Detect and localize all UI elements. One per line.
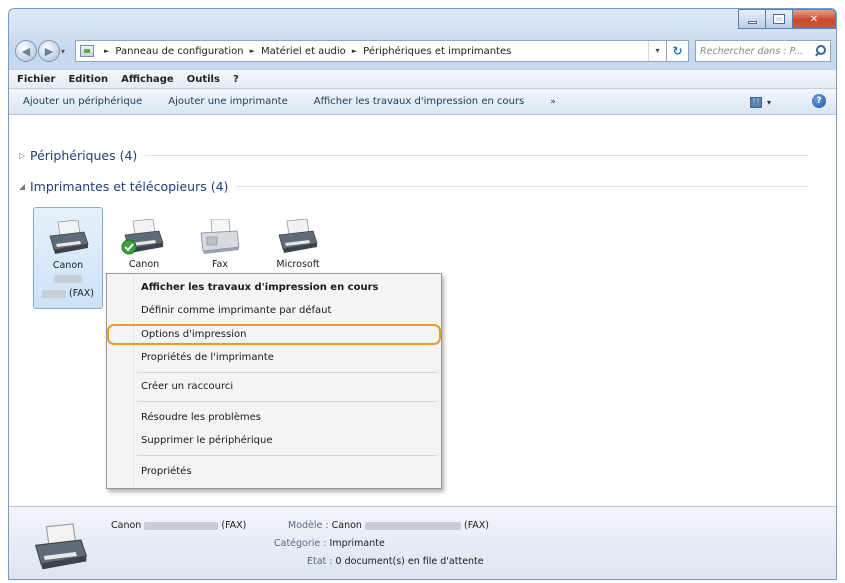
printer-name: Microsoft <box>276 259 320 270</box>
details-name-redacted <box>144 521 219 530</box>
menu-item-printer-properties[interactable]: Propriétés de l'imprimante <box>141 352 274 363</box>
menu-item-see-print-jobs[interactable]: Afficher les travaux d'impression en cou… <box>141 282 378 293</box>
default-checkmark-icon <box>121 239 137 255</box>
group-divider <box>236 186 809 187</box>
chevron-down-icon: ▾ <box>767 97 772 107</box>
menu-separator <box>137 455 437 456</box>
details-model-suffix: (FAX) <box>464 520 490 531</box>
group-header-printers[interactable]: ◢ Imprimantes et télécopieurs (4) <box>19 179 809 194</box>
command-bar: Ajouter un périphérique Ajouter une impr… <box>9 89 836 115</box>
search-input[interactable]: Rechercher dans : P... <box>695 40 831 62</box>
minimize-icon <box>747 20 757 24</box>
see-print-jobs-button[interactable]: Afficher les travaux d'impression en cou… <box>314 96 525 107</box>
menu-separator <box>137 372 437 373</box>
group-label-printers: Imprimantes et télécopieurs (4) <box>30 179 229 194</box>
minimize-button[interactable] <box>738 9 765 29</box>
menu-edition[interactable]: Edition <box>68 74 108 85</box>
menu-outils[interactable]: Outils <box>187 74 220 85</box>
printer-model-redacted <box>34 274 102 284</box>
menu-item-printing-preferences[interactable]: Options d'impression <box>141 329 246 340</box>
forward-button[interactable]: ▶ <box>38 40 60 62</box>
menu-separator <box>137 401 437 402</box>
recent-pages-dropdown[interactable]: ▾ <box>61 47 71 56</box>
details-state-key: Etat : <box>307 556 333 567</box>
menu-item-troubleshoot[interactable]: Résoudre les problèmes <box>141 412 261 423</box>
menu-item-set-default-printer[interactable]: Définir comme imprimante par défaut <box>141 305 331 316</box>
details-category-key: Catégorie : <box>274 538 327 549</box>
address-dropdown[interactable]: ▾ <box>648 41 666 61</box>
details-pane: Canon (FAX) Modèle : Canon (FAX) Catégor… <box>9 506 836 579</box>
view-options-icon <box>750 96 762 108</box>
refresh-icon: ↻ <box>672 44 683 58</box>
devices-content-area: ▷ Périphériques (4) ◢ Imprimantes et tél… <box>9 115 836 506</box>
details-category: Catégorie : Imprimante <box>274 538 385 549</box>
breadcrumb-hardware-sound[interactable]: Matériel et audio <box>261 46 346 57</box>
help-button[interactable]: ? <box>812 94 826 108</box>
details-name-suffix: (FAX) <box>221 520 247 531</box>
printer-icon <box>49 220 89 254</box>
details-model-key: Modèle : <box>288 520 329 531</box>
group-header-devices[interactable]: ▷ Périphériques (4) <box>19 148 809 163</box>
expand-arrow-icon: ▷ <box>19 151 26 160</box>
details-model-value: Canon <box>331 520 362 531</box>
breadcrumb-separator: ► <box>249 47 255 55</box>
printer-suffix: (FAX) <box>34 288 102 299</box>
menu-item-remove-device[interactable]: Supprimer le périphérique <box>141 435 273 446</box>
refresh-button[interactable]: ↻ <box>667 40 689 62</box>
details-category-value: Imprimante <box>329 538 385 549</box>
control-panel-icon <box>80 45 94 57</box>
group-divider <box>145 155 809 156</box>
printer-name: Canon <box>52 260 84 271</box>
menu-gutter <box>133 276 134 486</box>
close-button[interactable]: ✕ <box>792 9 836 29</box>
menu-help[interactable]: ? <box>233 74 239 85</box>
breadcrumb-control-panel[interactable]: Panneau de configuration <box>115 46 243 57</box>
collapse-arrow-icon: ◢ <box>19 182 26 191</box>
add-device-button[interactable]: Ajouter un périphérique <box>23 96 142 107</box>
caption-buttons: ✕ <box>738 9 836 29</box>
printer-suffix-text: (FAX) <box>69 288 95 299</box>
menu-item-create-shortcut[interactable]: Créer un raccourci <box>141 381 233 392</box>
details-device-name: Canon (FAX) <box>111 520 246 531</box>
fax-icon <box>200 219 240 254</box>
address-row: ◀ ▶ ▾ ► Panneau de configuration ► Matér… <box>9 37 836 65</box>
change-view-button[interactable]: ▾ <box>750 95 778 109</box>
details-name: Canon <box>111 520 142 531</box>
breadcrumb-separator: ► <box>351 47 358 55</box>
help-icon: ? <box>816 96 822 106</box>
menu-affichage[interactable]: Affichage <box>121 74 174 85</box>
add-printer-button[interactable]: Ajouter une imprimante <box>168 96 287 107</box>
details-state-value: 0 document(s) en file d'attente <box>335 556 484 567</box>
search-placeholder: Rechercher dans : P... <box>700 45 803 57</box>
search-icon[interactable] <box>814 45 826 57</box>
menu-item-properties[interactable]: Propriétés <box>141 466 192 477</box>
details-model-redacted <box>364 521 461 530</box>
maximize-icon <box>773 14 785 24</box>
close-icon: ✕ <box>809 13 819 25</box>
menu-fichier[interactable]: Fichier <box>17 74 55 85</box>
explorer-window: ✕ ◀ ▶ ▾ ► Panneau de configuration ► Mat… <box>8 8 837 580</box>
printer-icon <box>278 219 318 253</box>
group-label-devices: Périphériques (4) <box>30 148 138 163</box>
forward-arrow-icon: ▶ <box>44 44 54 58</box>
breadcrumb-separator: ► <box>104 47 110 55</box>
address-bar[interactable]: ► Panneau de configuration ► Matériel et… <box>75 40 667 62</box>
maximize-button[interactable] <box>765 9 792 29</box>
printer-tile-canon-fax[interactable]: Canon (FAX) <box>33 207 103 309</box>
back-button[interactable]: ◀ <box>15 40 37 62</box>
back-arrow-icon: ◀ <box>21 44 31 58</box>
printer-name: Canon <box>128 259 160 270</box>
breadcrumb-devices-printers[interactable]: Périphériques et imprimantes <box>363 46 511 57</box>
details-model: Modèle : Canon (FAX) <box>288 520 489 531</box>
menu-bar: Fichier Edition Affichage Outils ? <box>9 69 836 89</box>
printer-name: Fax <box>211 259 229 270</box>
printer-icon <box>34 523 88 570</box>
more-commands-button[interactable]: » <box>550 97 555 107</box>
details-state: Etat : 0 document(s) en file d'attente <box>307 556 484 567</box>
printer-context-menu: Afficher les travaux d'impression en cou… <box>106 273 442 489</box>
